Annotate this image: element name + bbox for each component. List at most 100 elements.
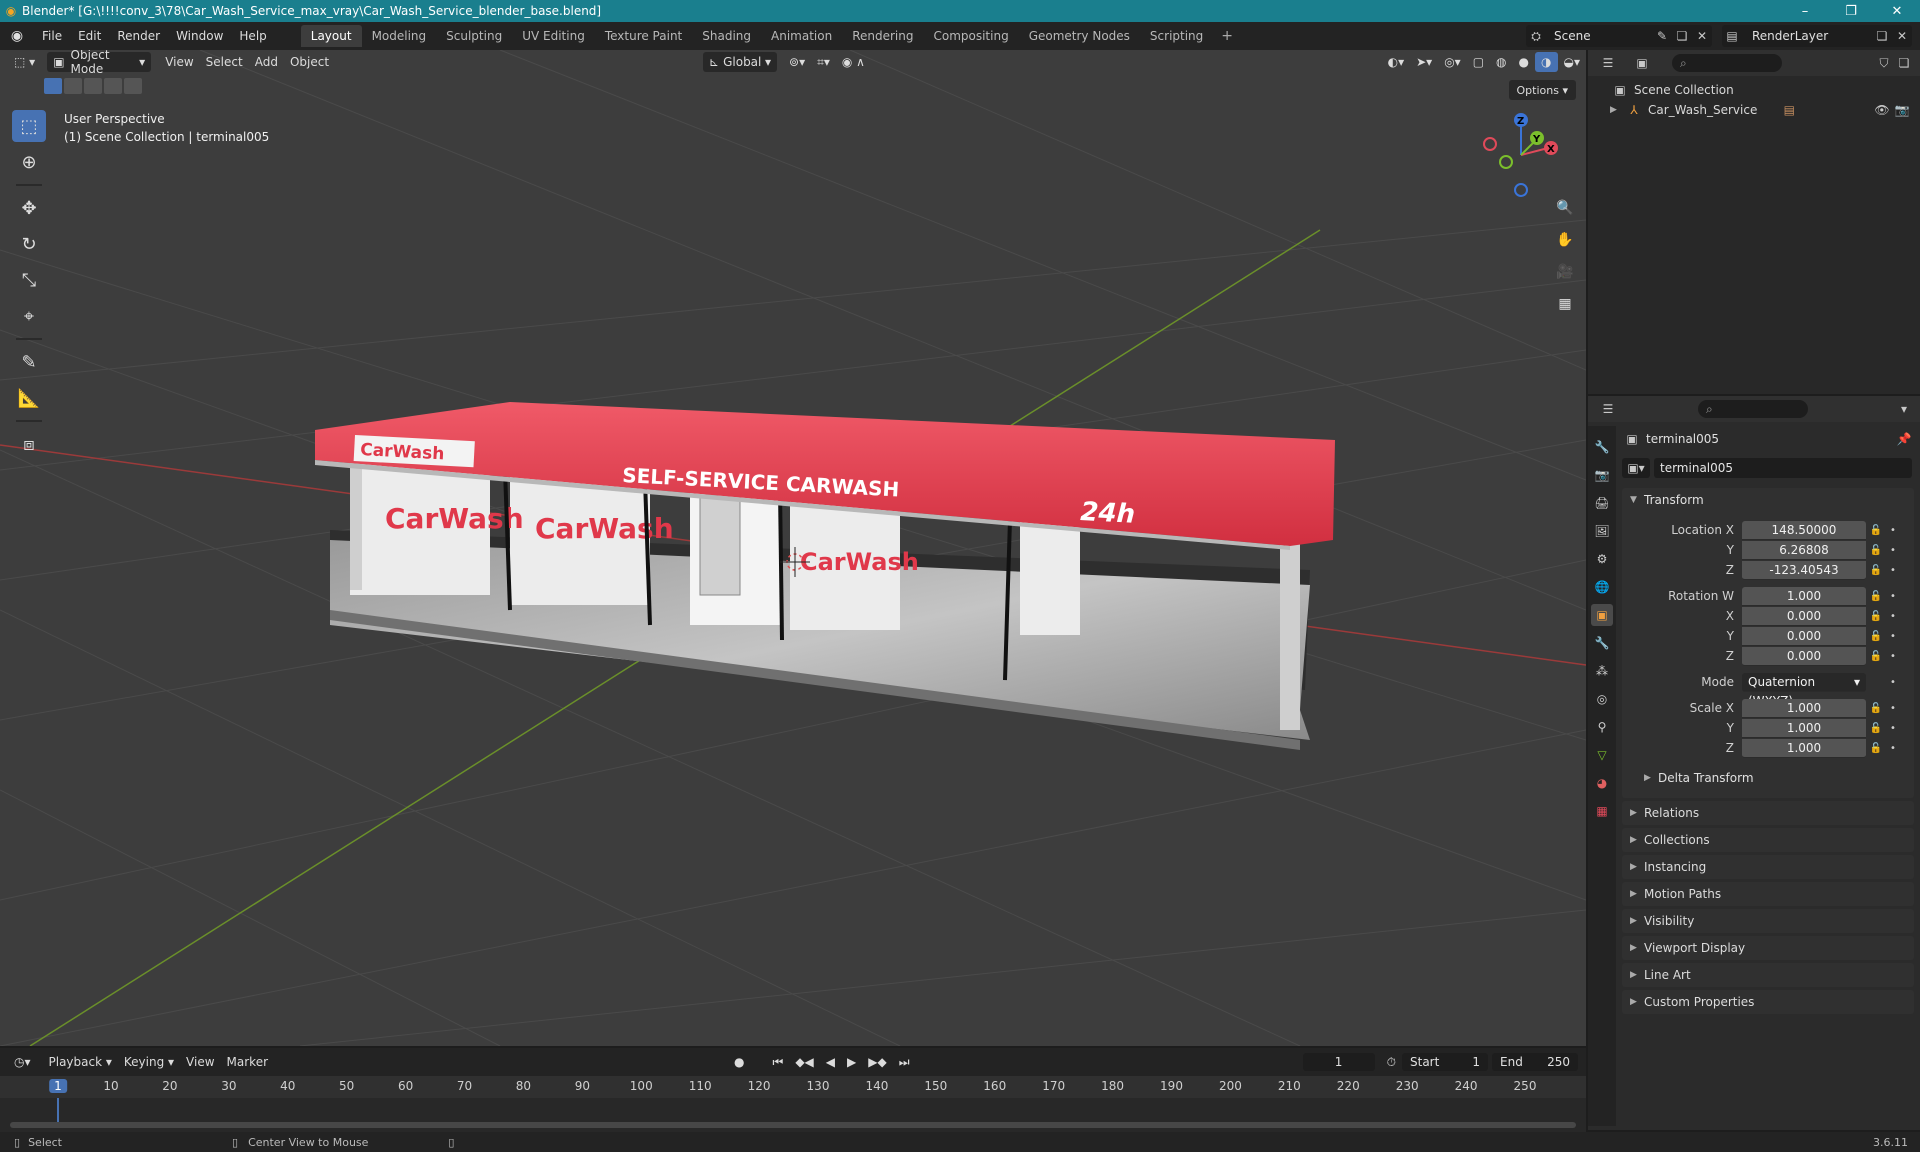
delete-scene-icon[interactable]: ✕ [1692,26,1712,46]
keyframe-dot-icon[interactable]: • [1886,631,1900,642]
jump-end-icon[interactable]: ⏭ [893,1052,916,1072]
shading-rendered-icon[interactable]: ◒▾ [1558,52,1587,72]
chevron-down-icon[interactable]: ▾ [1894,399,1914,419]
pivot-icon[interactable]: ⊚▾ [783,52,811,72]
rotation-w-field[interactable]: 1.000 [1742,586,1866,606]
tab-animation[interactable]: Animation [761,25,842,47]
snap-icon[interactable]: ⌗▾ [811,52,836,72]
keyframe-dot-icon[interactable]: • [1886,525,1900,536]
lock-icon[interactable]: 🔓 [1866,703,1886,714]
lock-icon[interactable]: 🔓 [1866,631,1886,642]
proportional-edit-icon[interactable]: ◉ ∧ [836,52,871,72]
lock-icon[interactable]: 🔓 [1866,651,1886,662]
object-name-field[interactable]: terminal005 [1654,458,1912,478]
delta-transform-subpanel[interactable]: ▶ Delta Transform [1622,766,1914,790]
viewport-menu-add[interactable]: Add [249,52,284,72]
display-mode-icon[interactable]: ▣ [1632,53,1652,73]
instancing-panel[interactable]: ▶ Instancing [1622,855,1914,879]
select-invert-icon[interactable] [104,78,122,94]
stopwatch-icon[interactable]: ⏱ [1381,1052,1402,1072]
particles-tab-icon[interactable]: ⁂ [1591,660,1613,682]
rotation-y-field[interactable]: 0.000 [1742,626,1866,646]
view-layer-selector[interactable]: ▤ RenderLayer ❏ ✕ [1722,25,1912,47]
visibility-icon[interactable]: ◐▾ [1382,52,1411,72]
tab-uv-editing[interactable]: UV Editing [512,25,595,47]
tab-sculpting[interactable]: Sculpting [436,25,512,47]
location-x-field[interactable]: 148.50000 [1742,520,1866,540]
timeline-ruler[interactable]: 1 10 20 30 40 50 60 70 80 90 100 110 120 130 140 150 160… [0,1076,1586,1098]
current-frame-field[interactable]: 1 [1302,1053,1375,1071]
select-box-tool-icon[interactable]: ⬚ [12,110,46,142]
new-collection-icon[interactable]: ❏ [1894,53,1914,73]
next-keyframe-icon[interactable]: ▶◆ [862,1052,892,1072]
physics-tab-icon[interactable]: ◎ [1591,688,1613,710]
add-workspace-button[interactable]: + [1213,25,1241,47]
scene-selector[interactable]: ⛭ Scene ✎ ❏ ✕ [1526,25,1712,47]
motion-paths-panel[interactable]: ▶ Motion Paths [1622,882,1914,906]
scale-x-field[interactable]: 1.000 [1742,698,1866,718]
transform-tool-icon[interactable]: ⌖ [12,300,46,332]
camera-render-icon[interactable]: 📷 [1892,100,1912,120]
keyframe-dot-icon[interactable]: • [1886,677,1900,688]
menu-render[interactable]: Render [109,22,168,50]
view-layer-tab-icon[interactable]: 🖼 [1591,520,1613,542]
tab-scripting[interactable]: Scripting [1140,25,1213,47]
viewport-menu-object[interactable]: Object [284,52,335,72]
close-button[interactable]: ✕ [1874,0,1920,22]
menu-file[interactable]: File [34,22,70,50]
editor-type-icon[interactable]: ⬚ ▾ [8,52,41,72]
tab-modeling[interactable]: Modeling [362,25,437,47]
keyframe-dot-icon[interactable]: • [1886,565,1900,576]
shading-material-icon[interactable]: ◑ [1535,52,1558,72]
scene-tab-icon[interactable]: ⚙ [1591,548,1613,570]
prev-keyframe-icon[interactable]: ◆◀ [789,1052,819,1072]
end-frame-field[interactable]: End 250 [1492,1053,1578,1071]
blender-menu-icon[interactable]: ◉ [0,28,34,44]
line-art-panel[interactable]: ▶ Line Art [1622,963,1914,987]
rotation-mode-dropdown[interactable]: Quaternion (WXYZ) ▾ [1742,672,1866,708]
keyframe-dot-icon[interactable]: • [1886,591,1900,602]
gizmo-toggle-icon[interactable]: ➤▾ [1410,52,1438,72]
shading-wireframe-icon[interactable]: ◍ [1490,52,1512,72]
tab-compositing[interactable]: Compositing [923,25,1018,47]
output-tab-icon[interactable]: 🖨 [1591,492,1613,514]
properties-search-input[interactable]: ⌕ [1698,400,1808,418]
keyframe-dot-icon[interactable]: • [1886,723,1900,734]
data-tab-icon[interactable]: ▽ [1591,744,1613,766]
play-icon[interactable]: ▶ [841,1052,862,1072]
location-z-field[interactable]: -123.40543 [1742,560,1866,580]
shading-solid-icon[interactable]: ● [1513,52,1535,72]
play-reverse-icon[interactable]: ◀ [820,1052,841,1072]
eye-icon[interactable]: 👁 [1872,100,1892,120]
outliner-search-input[interactable]: ⌕ [1672,54,1782,72]
timeline-editor-icon[interactable]: ◷▾ [8,1052,37,1072]
timeline-menu-marker[interactable]: Marker [221,1052,274,1072]
new-scene-icon[interactable]: ❏ [1672,26,1692,46]
keyframe-dot-icon[interactable]: • [1886,545,1900,556]
object-mode-dropdown[interactable]: ▣ Object Mode ▾ [47,50,152,76]
annotate-tool-icon[interactable]: ✎ [12,346,46,378]
measure-tool-icon[interactable]: 📐 [12,382,46,414]
camera-view-icon[interactable]: 🎥 [1552,259,1578,285]
lock-icon[interactable]: 🔓 [1866,723,1886,734]
lock-icon[interactable]: 🔓 [1866,545,1886,556]
lock-icon[interactable]: 🔓 [1866,591,1886,602]
relations-panel[interactable]: ▶ Relations [1622,801,1914,825]
render-tab-icon[interactable]: 📷 [1591,464,1613,486]
delete-view-layer-icon[interactable]: ✕ [1892,26,1912,46]
rotation-z-field[interactable]: 0.000 [1742,646,1866,666]
scale-tool-icon[interactable]: ⤡ [12,264,46,296]
transform-orientation-dropdown[interactable]: ⊾ Global ▾ [703,52,778,72]
keyframe-dot-icon[interactable]: • [1886,703,1900,714]
new-view-layer-icon[interactable]: ❏ [1872,26,1892,46]
collections-panel[interactable]: ▶ Collections [1622,828,1914,852]
tab-geometry-nodes[interactable]: Geometry Nodes [1019,25,1140,47]
move-tool-icon[interactable]: ✥ [12,192,46,224]
rotation-x-field[interactable]: 0.000 [1742,606,1866,626]
jump-start-icon[interactable]: ⏮ [767,1052,790,1072]
lock-icon[interactable]: 🔓 [1866,565,1886,576]
transform-panel-header[interactable]: ▼ Transform [1622,488,1914,512]
world-tab-icon[interactable]: 🌐 [1591,576,1613,598]
timeline-track[interactable] [0,1098,1586,1132]
modifier-tab-icon[interactable]: 🔧 [1591,632,1613,654]
